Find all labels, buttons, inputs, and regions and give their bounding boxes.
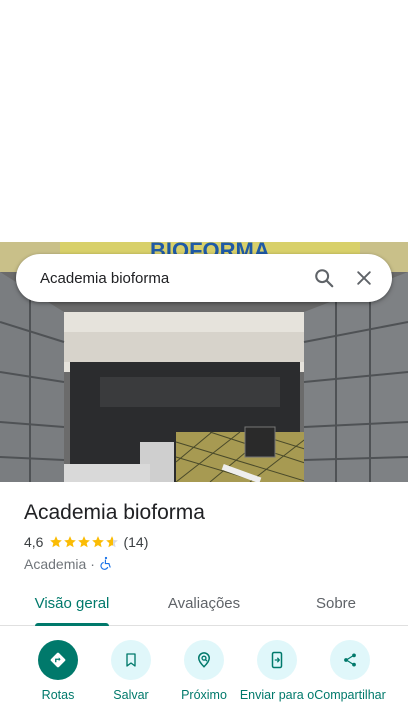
review-count[interactable]: (14) (123, 534, 148, 550)
share-button[interactable]: Compartilhar (312, 640, 388, 703)
nearby-button[interactable]: Próximo (166, 640, 242, 703)
star-icon (106, 536, 119, 548)
tab-reviews[interactable]: Avaliações (144, 584, 264, 625)
save-button[interactable]: Salvar (93, 640, 169, 703)
tab-overview[interactable]: Visão geral (0, 584, 144, 626)
send-to-phone-icon (257, 640, 297, 680)
action-bar: Rotas Salvar Próximo Enviar para o Compa… (0, 640, 408, 724)
share-label: Compartilhar (314, 688, 386, 702)
active-tab-indicator (35, 623, 109, 626)
rating-value: 4,6 (24, 534, 44, 550)
search-input[interactable]: Academia bioforma (40, 270, 304, 287)
category-row: Academia · (24, 554, 384, 574)
category-label: Academia (24, 556, 87, 572)
tab-reviews-label: Avaliações (167, 595, 241, 612)
place-name: Academia bioforma (24, 501, 205, 524)
star-icon (92, 536, 105, 548)
send-to-phone-button[interactable]: Enviar para o (239, 640, 315, 703)
save-label: Salvar (113, 688, 149, 702)
wheelchair-accessible-icon (99, 556, 113, 573)
tab-about[interactable]: Sobre (264, 584, 408, 625)
search-bar[interactable]: Academia bioforma (16, 254, 392, 302)
directions-button[interactable]: Rotas (20, 640, 96, 703)
star-icon (78, 536, 91, 548)
nearby-icon (184, 640, 224, 680)
tab-bar: Visão geral Avaliações Sobre (0, 584, 408, 626)
send-to-phone-label: Enviar para o (239, 688, 315, 702)
tab-about-label: Sobre (315, 595, 357, 612)
place-info: Academia bioforma 4,6 (14) Academia · (24, 498, 384, 574)
bookmark-icon (111, 640, 151, 680)
map-area[interactable] (0, 0, 408, 242)
rating-row[interactable]: 4,6 (14) (24, 532, 384, 552)
star-icon (50, 536, 63, 548)
nearby-label: Próximo (181, 688, 227, 702)
star-rating (49, 535, 119, 549)
separator-dot: · (90, 556, 95, 572)
close-icon[interactable] (344, 258, 384, 298)
tab-overview-label: Visão geral (34, 595, 110, 612)
star-icon (64, 536, 77, 548)
search-icon[interactable] (304, 258, 344, 298)
directions-icon (38, 640, 78, 680)
share-icon (330, 640, 370, 680)
directions-label: Rotas (41, 688, 75, 702)
